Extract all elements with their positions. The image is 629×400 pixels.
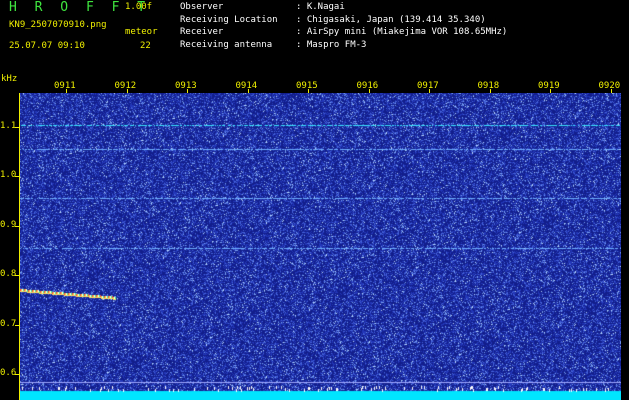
info-label: Observer [180,2,224,12]
x-tick-label: 0912 [114,81,137,91]
info-label: Receiving antenna [180,40,273,50]
info-value: Chigasaki, Japan (139.414 35.340) [306,15,486,25]
info-value-receiver: : AirSpy mini (Miakejima VOR 108.65MHz) [296,27,508,37]
info-row-observer: Observer [180,2,223,12]
info-value-antenna: : Maspro FM-3 [296,40,367,50]
y-tick-label: 0.6 [0,368,17,378]
header-panel: H R O F F T 1.00f KN9_2507070910.png met… [0,0,629,74]
filename-label: KN9_2507070910.png [9,20,107,30]
info-label: Receiving Location [180,15,278,25]
info-value: Maspro FM-3 [306,40,367,50]
y-tick-label: 1.0 [0,170,17,181]
x-tick-label: 0919 [538,81,560,91]
info-row-antenna: Receiving antenna [180,40,272,50]
info-value-observer: : K.Nagai [296,2,345,12]
meteor-count: 22 [140,41,151,51]
x-tick-label: 0918 [477,81,500,91]
y-tick-label: 0.9 [0,219,17,230]
info-label: Receiver [180,27,224,37]
y-tick-label: 0.7 [0,318,17,329]
y-tick-label: 1.1 [0,121,17,131]
info-value-location: : Chigasaki, Japan (139.414 35.340) [296,15,486,25]
x-tick-label: 0920 [598,81,621,91]
spectrogram-canvas[interactable] [20,93,621,400]
y-tick-label: 0.8 [0,269,17,280]
x-tick-label: 0911 [54,81,76,91]
info-value: AirSpy mini (Miakejima VOR 108.65MHz) [306,27,508,37]
x-tick-label: 0913 [175,81,197,91]
version-label: 1.00f [125,2,153,12]
info-row-receiver: Receiver [180,27,223,37]
x-tick-label: 0914 [235,81,258,91]
x-tick-label: 0916 [356,81,379,91]
y-axis-unit: kHz [1,74,18,84]
info-value: K.Nagai [306,2,345,12]
x-tick-label: 0917 [417,81,439,91]
datetime-label: 25.07.07 09:10 [9,41,85,51]
info-row-location: Receiving Location [180,15,278,25]
meteor-label: meteor [125,27,158,37]
x-tick-label: 0915 [296,81,318,91]
